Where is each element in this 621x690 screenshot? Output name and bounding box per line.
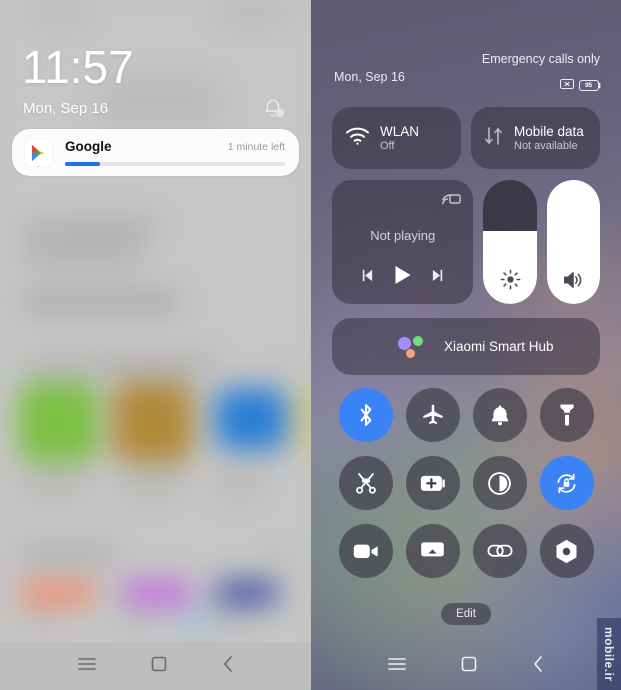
notification-status: 1 minute left	[227, 141, 285, 153]
left-home-button[interactable]	[151, 656, 167, 677]
media-and-sliders-row: Not playing	[332, 180, 600, 304]
sun-icon	[483, 269, 536, 290]
lockscreen-clock: 11:57	[22, 41, 134, 93]
watermark-text: mobile.ir	[602, 626, 616, 682]
toggle-flashlight[interactable]	[539, 388, 594, 442]
toggle-screen-recorder[interactable]	[338, 524, 393, 578]
brightness-slider[interactable]	[483, 180, 537, 304]
wlan-subtitle: Off	[380, 140, 395, 152]
xiaomi-hub-icon	[398, 335, 424, 359]
left-navigation-bar	[0, 642, 311, 690]
xiaomi-smart-hub-card[interactable]: Xiaomi Smart Hub	[332, 318, 600, 375]
left-recents-button[interactable]	[77, 657, 96, 676]
toggle-link[interactable]	[472, 524, 527, 578]
toggle-sound-mode[interactable]	[472, 388, 527, 442]
right-back-button[interactable]	[532, 655, 544, 678]
toggle-battery-saver[interactable]	[405, 456, 460, 510]
wifi-icon	[345, 126, 370, 150]
volume-slider[interactable]	[546, 180, 600, 304]
quick-settings-toggle-grid	[332, 388, 600, 578]
toggle-cast[interactable]	[405, 524, 460, 578]
mobile-data-tile[interactable]: Mobile data Not available	[471, 107, 600, 169]
no-sim-icon	[560, 76, 574, 94]
toggle-rotation-lock[interactable]	[539, 456, 594, 510]
status-bar-icons: 95	[560, 76, 601, 94]
toggle-settings[interactable]	[539, 524, 594, 578]
status-date: Mon, Sep 16	[334, 70, 405, 84]
dual-screenshot-comparison: 11:57 Mon, Sep 16 Google 1 minute left E…	[0, 0, 621, 690]
control-center-panel: Emergency calls only Mon, Sep 16 95 WLAN…	[311, 0, 621, 690]
brightness-slider-fill	[483, 230, 537, 304]
toggle-airplane-mode[interactable]	[405, 388, 460, 442]
wlan-title: WLAN	[380, 124, 420, 139]
carrier-status: Emergency calls only	[481, 52, 600, 66]
mobile-data-icon	[484, 126, 504, 151]
cast-icon[interactable]	[442, 191, 462, 212]
mobile-data-subtitle: Not available	[514, 140, 578, 152]
right-navigation-bar	[311, 642, 621, 690]
google-play-icon	[25, 139, 52, 166]
lockscreen-date: Mon, Sep 16	[23, 100, 109, 117]
wlan-tile[interactable]: WLAN Off	[332, 107, 461, 169]
media-player-card[interactable]: Not playing	[332, 180, 474, 304]
toggle-bluetooth[interactable]	[338, 388, 393, 442]
site-watermark: mobile.ir	[597, 618, 621, 690]
skip-next-icon[interactable]	[431, 268, 446, 288]
left-back-button[interactable]	[222, 655, 234, 678]
download-progress-fill	[65, 162, 101, 166]
lockscreen-panel: 11:57 Mon, Sep 16 Google 1 minute left	[0, 0, 311, 690]
media-status: Not playing	[370, 228, 436, 243]
edit-button[interactable]: Edit	[441, 603, 491, 625]
bell-gear-icon[interactable]	[261, 96, 287, 122]
notification-card[interactable]: Google 1 minute left	[12, 129, 299, 176]
play-icon[interactable]	[393, 265, 412, 290]
smart-hub-label: Xiaomi Smart Hub	[444, 339, 554, 354]
connectivity-tile-row: WLAN Off Mobile data Not available	[332, 107, 600, 169]
download-progress-bar	[65, 162, 285, 166]
battery-icon: 95	[579, 79, 601, 91]
battery-level-text: 95	[585, 81, 592, 89]
notification-app-name: Google	[65, 139, 112, 154]
right-recents-button[interactable]	[388, 657, 407, 676]
toggle-screenshot[interactable]	[338, 456, 393, 510]
mobile-data-title: Mobile data	[514, 124, 584, 139]
skip-previous-icon[interactable]	[359, 268, 374, 288]
right-home-button[interactable]	[461, 656, 477, 677]
toggle-dark-mode[interactable]	[472, 456, 527, 510]
volume-icon	[547, 270, 600, 290]
